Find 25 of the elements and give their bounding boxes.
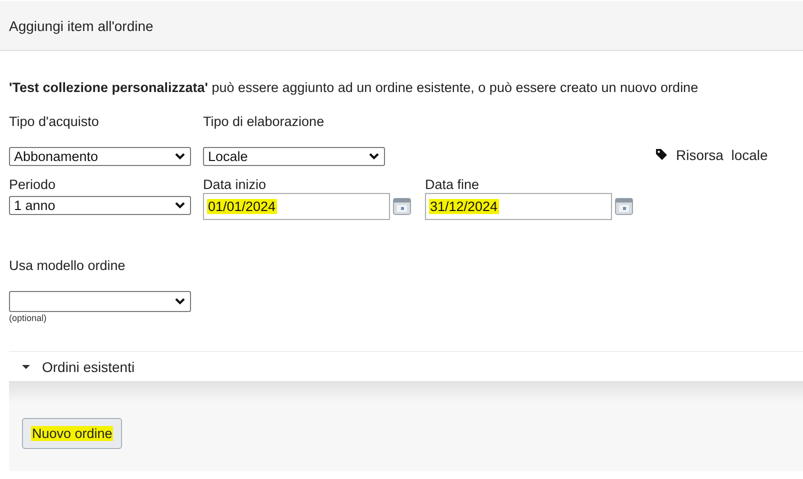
hint-text: (optional) — [9, 313, 47, 323]
chevron-icon — [175, 202, 185, 209]
intro-text: 'Test collezione personalizzata' può essere aggiunto ad un ordine esistente, o può essere creato un nuovo ordine — [9, 80, 700, 95]
field-label: Tipo di elaborazione — [203, 114, 326, 129]
dropdown[interactable]: 1 anno — [9, 196, 191, 215]
page-title: Aggiungi item all'ordine — [9, 18, 154, 34]
resource-label: Risorsa locale — [676, 146, 768, 162]
field-label: Usa modello ordine — [9, 258, 126, 273]
calendar-icon — [615, 197, 634, 216]
chevron-icon — [175, 298, 185, 305]
field-label: Data fine — [425, 177, 480, 192]
new-order-button[interactable]: Nuovo ordine — [22, 418, 122, 449]
dropdown[interactable]: Locale — [203, 147, 385, 166]
chevron-icon — [369, 153, 379, 160]
chevron-icon — [175, 153, 185, 160]
collapse-icon — [22, 364, 30, 368]
field-label: Tipo d'acquisto — [9, 114, 100, 129]
date-field[interactable]: 01/01/2024 — [203, 193, 390, 220]
dropdown[interactable] — [9, 291, 191, 312]
calendar-icon — [393, 197, 412, 216]
tag-icon — [655, 148, 668, 161]
field-label: Data inizio — [203, 177, 268, 192]
field-label: Periodo — [9, 177, 57, 192]
date-field[interactable]: 31/12/2024 — [425, 193, 612, 220]
dropdown[interactable]: Abbonamento — [9, 147, 191, 166]
